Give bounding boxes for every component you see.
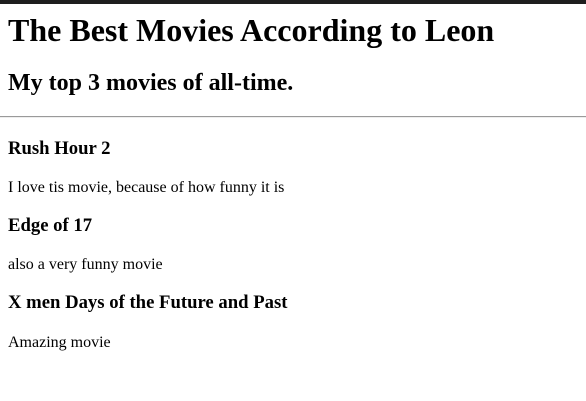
movie-description: also a very funny movie [8,256,163,273]
horizontal-rule [0,116,586,118]
movie-title: X men Days of the Future and Past [8,292,288,313]
movie-description: Amazing movie [8,334,111,351]
page-subtitle: My top 3 movies of all-time. [8,70,294,96]
movie-title: Edge of 17 [8,215,93,236]
movie-title: Rush Hour 2 [8,138,111,159]
page: The Best Movies According to Leon My top… [0,0,586,401]
movie-description: I love tis movie, because of how funny i… [8,179,285,196]
page-title: The Best Movies According to Leon [8,12,495,48]
top-border [0,0,586,4]
